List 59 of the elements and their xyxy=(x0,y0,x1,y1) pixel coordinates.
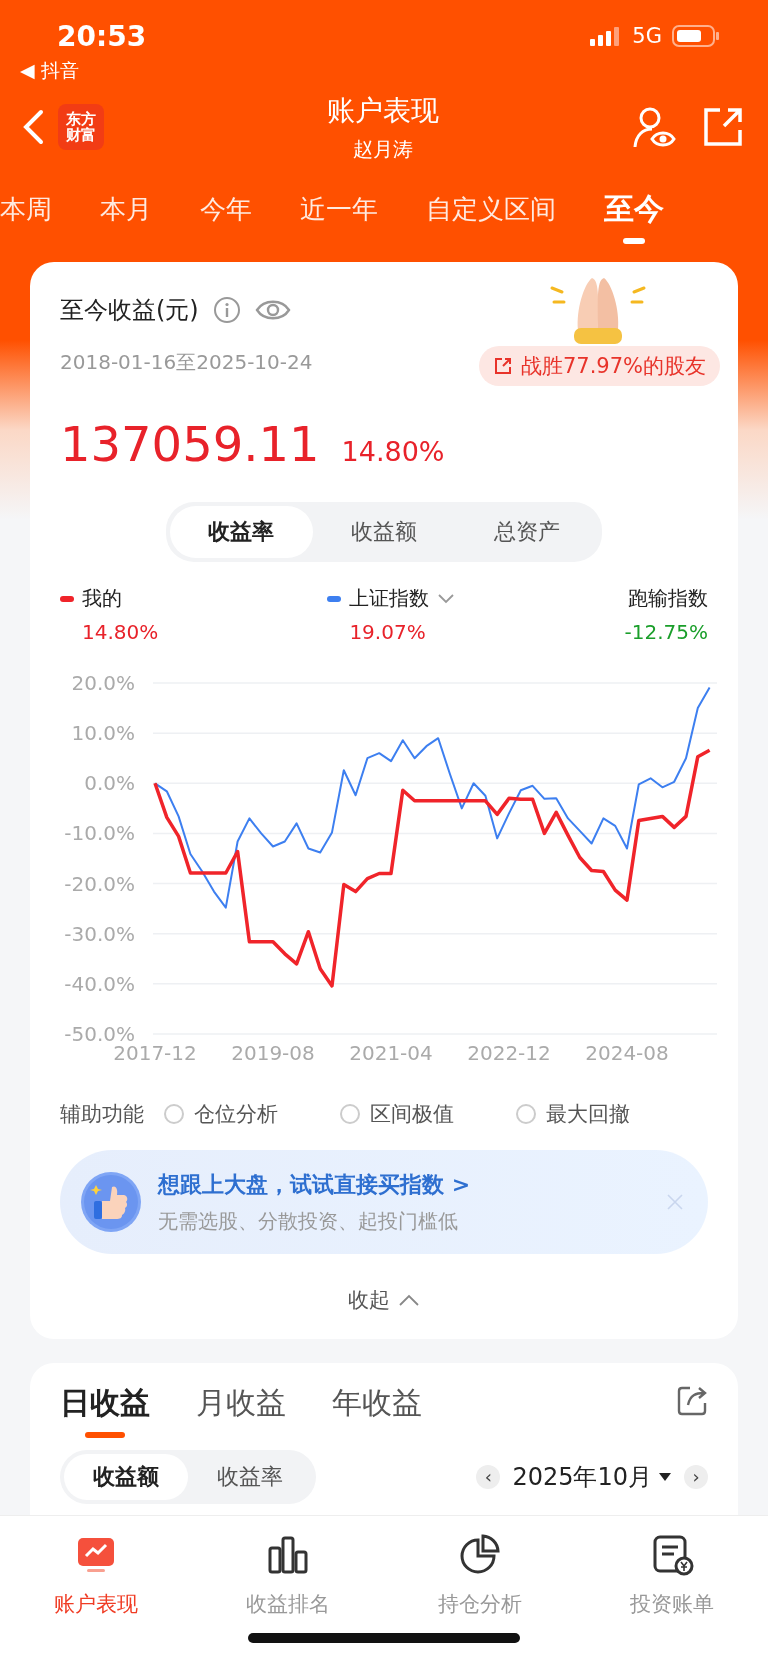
eye-icon[interactable] xyxy=(254,298,291,322)
back-icon[interactable] xyxy=(22,109,44,145)
battery-icon xyxy=(672,25,720,47)
earnings-tab[interactable]: 日收益 xyxy=(60,1383,150,1438)
share-icon[interactable] xyxy=(702,106,744,148)
person-eye-icon[interactable] xyxy=(632,105,676,149)
promo-subtitle: 无需选股、分散投资、起投门槛低 xyxy=(158,1207,459,1235)
aux-label: 辅助功能 xyxy=(60,1101,144,1128)
promo-title[interactable]: 想跟上大盘，试试直接买指数 > xyxy=(158,1169,650,1200)
legend-label[interactable]: 上证指数 xyxy=(349,585,430,612)
metric-tab[interactable]: 收益额 xyxy=(64,1454,188,1500)
y-axis-label: -20.0% xyxy=(64,871,135,896)
earnings-tab[interactable]: 月收益 xyxy=(196,1383,286,1424)
date-range: 2018-01-16至2025-10-24 xyxy=(60,348,313,376)
x-axis-label: 2024-08 xyxy=(585,1041,669,1065)
legend-value: -12.75% xyxy=(624,620,708,644)
rank-badge[interactable]: 战胜77.97%的股友 xyxy=(478,346,720,386)
earnings-tab[interactable]: 年收益 xyxy=(332,1383,422,1424)
caret-up-icon xyxy=(398,1293,420,1307)
share-icon[interactable] xyxy=(676,1385,708,1417)
radio-option[interactable]: 仓位分析 xyxy=(164,1100,340,1128)
chevron-down-icon[interactable] xyxy=(437,592,456,605)
bottom-nav-item[interactable]: 账户表现 xyxy=(0,1516,192,1663)
metric-tab[interactable]: 收益率 xyxy=(188,1454,312,1500)
y-axis-label: 10.0% xyxy=(71,721,135,746)
legend-label: 我的 xyxy=(82,585,122,612)
view-tab[interactable]: 收益额 xyxy=(312,506,456,558)
legend-label: 跑输指数 xyxy=(628,585,708,612)
x-axis-label: 2019-08 xyxy=(231,1041,315,1065)
page-title: 账户表现 xyxy=(327,92,439,129)
thumbs-up-icon xyxy=(80,1171,142,1233)
status-time: 20:53 xyxy=(57,19,147,53)
x-axis-label: 2022-12 xyxy=(467,1041,551,1065)
x-axis-label: 2021-04 xyxy=(349,1041,433,1065)
legend-value: 14.80% xyxy=(81,620,159,644)
y-axis-label: -30.0% xyxy=(64,921,135,946)
info-icon[interactable] xyxy=(212,296,241,324)
app-logo: 东方财富 xyxy=(58,104,104,150)
promo-banner[interactable]: 想跟上大盘，试试直接买指数 > 无需选股、分散投资、起投门槛低 xyxy=(60,1150,708,1254)
radio-option[interactable]: 区间极值 xyxy=(340,1100,516,1128)
previous-month-button[interactable]: ‹ xyxy=(476,1465,501,1489)
collapse-button[interactable]: 收起 xyxy=(60,1285,708,1315)
radio-option[interactable]: 最大回撤 xyxy=(516,1100,692,1128)
dropdown-caret-icon xyxy=(658,1472,672,1482)
y-axis-label: -10.0% xyxy=(64,821,135,846)
account-name: 赵月涛 xyxy=(353,135,413,163)
profit-rate: 14.80% xyxy=(341,436,445,467)
y-axis-label: -40.0% xyxy=(64,971,135,996)
month-picker[interactable]: 2025年10月 xyxy=(512,1461,672,1493)
summary-title: 至今收益(元) xyxy=(60,295,199,326)
y-axis-label: 0.0% xyxy=(84,771,135,796)
view-tab[interactable]: 收益率 xyxy=(170,506,313,558)
profit-amount: 137059.11 xyxy=(60,416,320,472)
network-label: 5G xyxy=(632,24,662,48)
view-tab[interactable]: 总资产 xyxy=(455,506,598,558)
next-month-button[interactable]: › xyxy=(684,1465,708,1489)
legend-value: 19.07% xyxy=(348,620,427,644)
pie-chart-icon xyxy=(458,1532,502,1576)
y-axis-label: 20.0% xyxy=(71,671,135,695)
